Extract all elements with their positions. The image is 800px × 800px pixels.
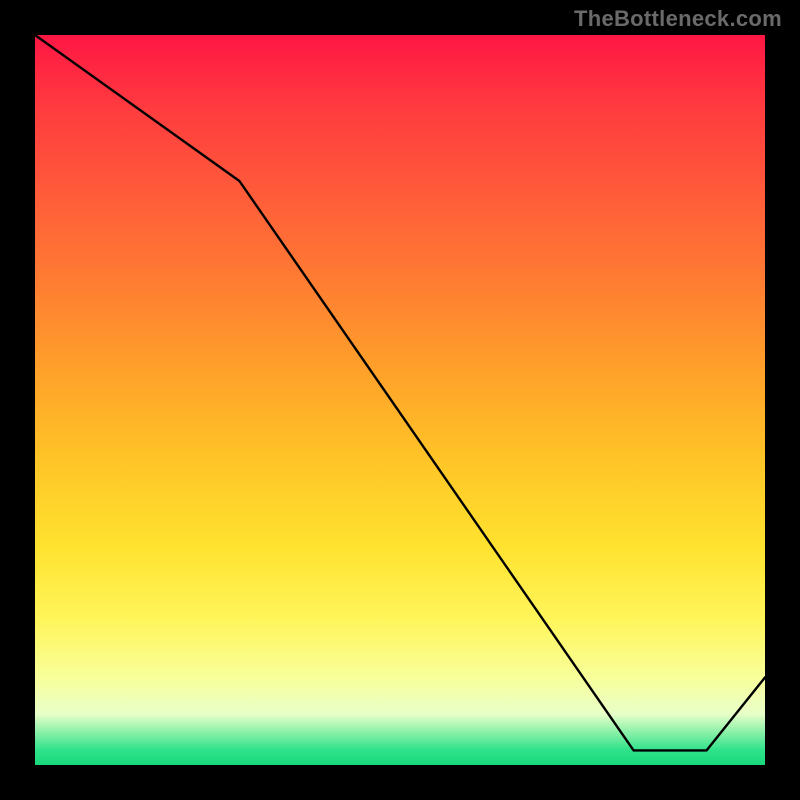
plot-area: [35, 35, 765, 765]
series-line-svg: [35, 35, 765, 765]
watermark-text: TheBottleneck.com: [574, 6, 782, 32]
chart-stage: TheBottleneck.com: [0, 0, 800, 800]
series-line-path: [35, 35, 765, 750]
